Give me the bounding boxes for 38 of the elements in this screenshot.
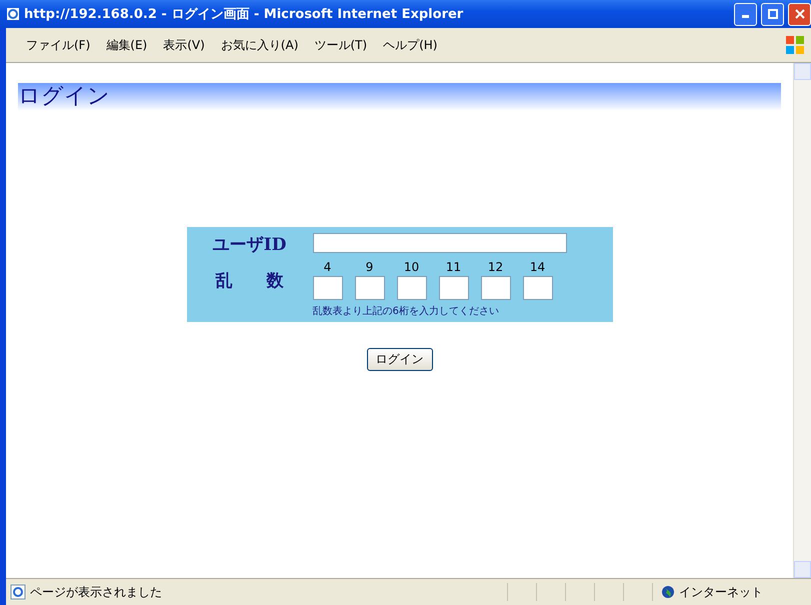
page-heading: ログイン xyxy=(18,83,781,111)
page-icon xyxy=(6,7,20,21)
menu-item[interactable]: お気に入り(A) xyxy=(214,34,304,56)
menu-item[interactable]: ファイル(F) xyxy=(20,34,96,56)
scrollbar[interactable] xyxy=(793,63,811,578)
maximize-button[interactable] xyxy=(761,2,784,26)
login-button[interactable]: ログイン xyxy=(366,348,432,371)
random-number-label: 数 xyxy=(266,270,284,292)
digit-position: 12 xyxy=(488,260,504,274)
menu-item[interactable]: 表示(V) xyxy=(157,34,211,56)
digit-position: 14 xyxy=(530,260,546,274)
digit-position: 10 xyxy=(404,260,420,274)
globe-icon xyxy=(661,585,675,599)
hint-text: 乱数表より上記の6桁を入力してください xyxy=(312,304,500,318)
digit-position: 11 xyxy=(446,260,462,274)
close-button[interactable] xyxy=(788,2,811,26)
digit-field[interactable] xyxy=(396,276,426,300)
minimize-button[interactable] xyxy=(734,2,757,26)
status-message: ページが表示されました xyxy=(29,584,163,600)
digit-field[interactable] xyxy=(354,276,384,300)
windows-flag-icon xyxy=(785,35,805,55)
digit-field[interactable] xyxy=(522,276,552,300)
maximize-icon xyxy=(768,9,778,19)
user-id-field[interactable] xyxy=(312,233,566,253)
close-icon xyxy=(794,9,804,19)
digit-field[interactable] xyxy=(438,276,468,300)
menu-item[interactable]: ツール(T) xyxy=(308,34,374,56)
menu-item[interactable]: ヘルプ(H) xyxy=(377,34,444,56)
digit-field[interactable] xyxy=(312,276,342,300)
random-number-label: 乱 xyxy=(216,270,232,292)
digit-position: 9 xyxy=(366,260,374,274)
window-title: http://192.168.0.2 - ログイン画面 - Microsoft Internet Explorer xyxy=(24,6,464,23)
page-icon xyxy=(10,584,26,600)
zone-label: インターネット xyxy=(679,584,763,600)
digit-position: 4 xyxy=(324,260,332,274)
user-id-label: ユーザID xyxy=(212,234,286,256)
digit-field[interactable] xyxy=(480,276,510,300)
menu-item[interactable]: 編集(E) xyxy=(100,34,154,56)
